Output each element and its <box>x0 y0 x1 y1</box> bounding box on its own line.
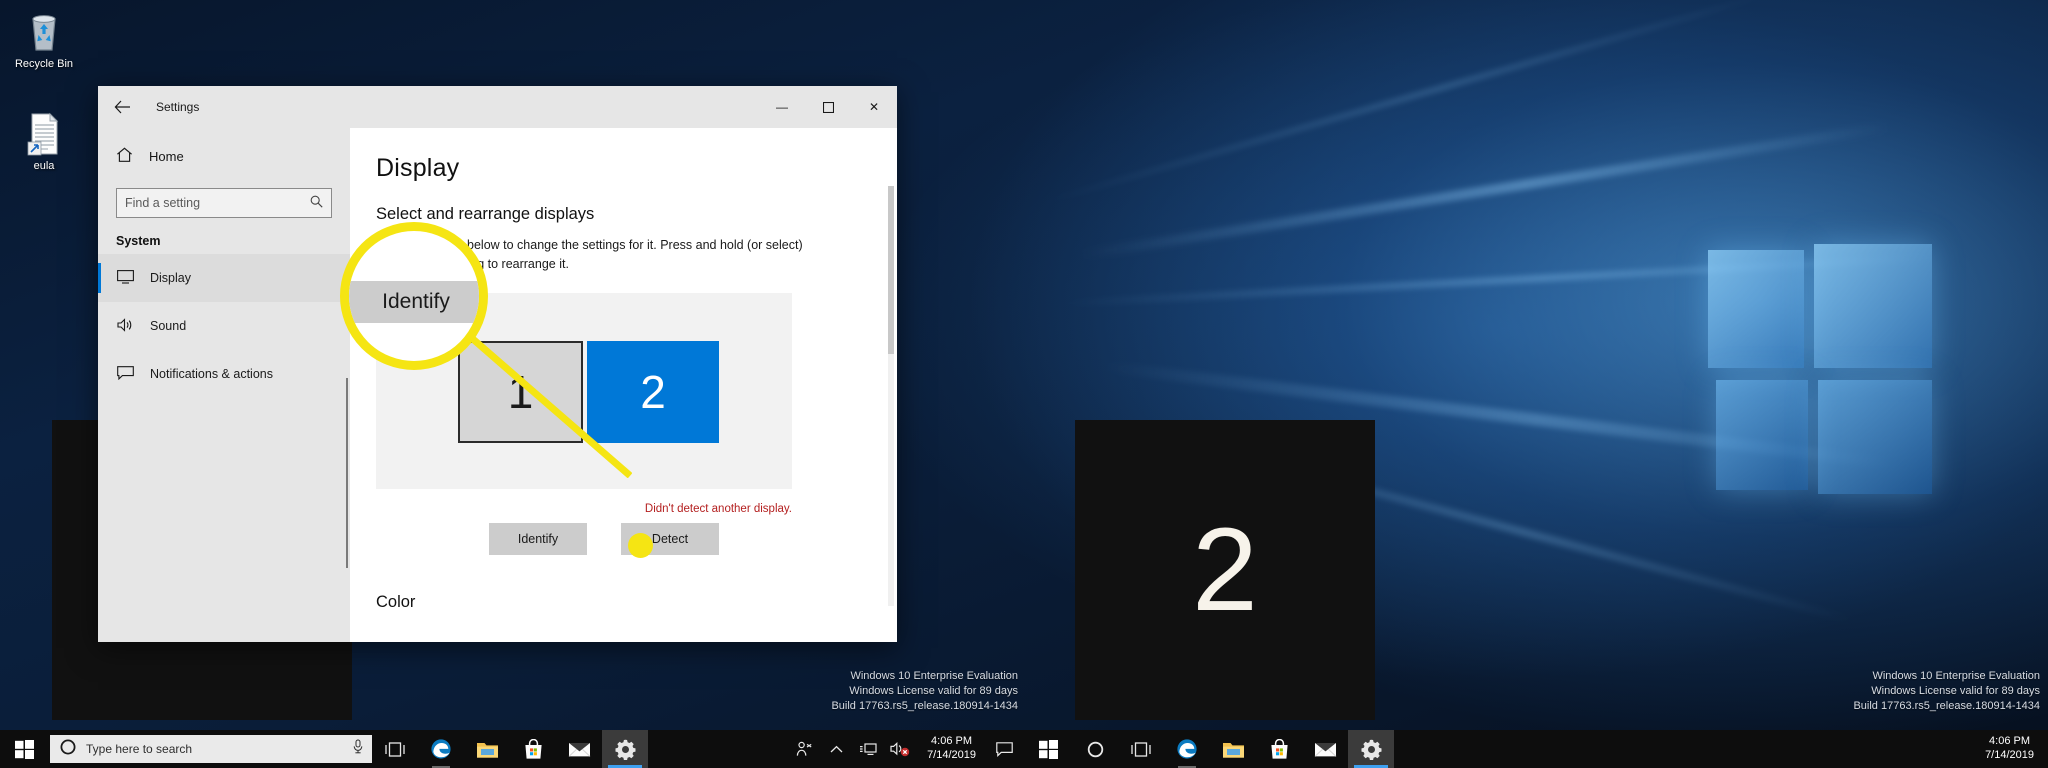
sidebar-item-label: Display <box>150 271 191 285</box>
sidebar-item-sound[interactable]: Sound <box>98 302 350 350</box>
taskbar-primary[interactable]: Type here to search 4:06 PM 7/14/2019 <box>0 730 1024 768</box>
detect-error-message: Didn't detect another display. <box>644 502 792 515</box>
wallpaper-window-pane <box>1818 380 1932 494</box>
wallpaper-window-pane <box>1814 244 1932 368</box>
system-tray-secondary: 4:06 PM 7/14/2019 <box>1975 730 2048 768</box>
taskbar-clock[interactable]: 4:06 PM 7/14/2019 <box>917 730 986 768</box>
detect-button[interactable]: Detect <box>621 522 719 555</box>
clock-time: 4:06 PM <box>1989 735 2031 748</box>
search-input[interactable] <box>125 196 310 210</box>
text-document-icon <box>4 112 84 156</box>
taskbar-search-box[interactable]: Type here to search <box>50 735 372 763</box>
settings-sidebar: Home System Display <box>98 128 350 642</box>
taskbar-app-microsoft-store[interactable] <box>510 730 556 768</box>
watermark-line-2: Windows License valid for 89 days <box>1871 685 2040 698</box>
taskbar-search-placeholder: Type here to search <box>86 742 193 756</box>
taskbar-app-mail[interactable] <box>556 730 602 768</box>
display-tile-1[interactable]: 1 <box>458 340 583 443</box>
identify-button[interactable]: Identify <box>489 522 587 555</box>
search-setting-box[interactable] <box>116 188 332 218</box>
section-description: Select a display below to change the set… <box>376 238 803 272</box>
sidebar-scrollbar[interactable] <box>346 378 348 568</box>
watermark-line-1: Windows 10 Enterprise Evaluation <box>1872 670 2040 683</box>
minimize-button[interactable]: — <box>759 86 805 128</box>
chevron-up-icon[interactable] <box>821 730 851 768</box>
home-icon <box>116 147 133 166</box>
wallpaper-window-pane <box>1716 380 1808 490</box>
start-button-secondary[interactable] <box>1024 730 1072 768</box>
settings-titlebar[interactable]: Settings — ✕ <box>98 86 897 128</box>
identify-overlay-number: 2 <box>1192 504 1258 636</box>
taskbar-app-microsoft-store-secondary[interactable] <box>1256 730 1302 768</box>
content-scrollbar[interactable] <box>888 186 894 606</box>
sidebar-item-label: Notifications & actions <box>150 367 273 381</box>
microphone-icon[interactable] <box>352 739 364 759</box>
watermark-line-1: Windows 10 Enterprise Evaluation <box>850 670 1018 683</box>
maximize-button[interactable] <box>805 86 851 128</box>
taskbar-app-settings-secondary[interactable] <box>1348 730 1394 768</box>
people-icon[interactable] <box>789 730 819 768</box>
network-icon[interactable] <box>853 730 883 768</box>
cortana-circle-icon <box>60 739 76 760</box>
display-tile-number: 1 <box>507 365 534 418</box>
desktop-icon-label: eula <box>33 160 55 172</box>
identify-overlay-2: 2 <box>1075 420 1375 720</box>
settings-content: Display Select and rearrange displays Se… <box>350 128 897 642</box>
cortana-circle-icon-secondary[interactable] <box>1072 730 1118 768</box>
clock-date: 7/14/2019 <box>927 749 976 761</box>
taskbar-app-edge[interactable] <box>418 730 464 768</box>
sidebar-section-label: System <box>116 234 161 248</box>
desktop-icon-eula[interactable]: eula <box>4 112 84 173</box>
speaker-muted-icon[interactable] <box>885 730 915 768</box>
close-button[interactable]: ✕ <box>851 86 897 128</box>
taskbar-app-settings[interactable] <box>602 730 648 768</box>
monitor-icon <box>116 269 134 287</box>
notification-icon <box>116 365 134 383</box>
recycle-bin-icon <box>4 10 84 54</box>
display-action-buttons: Identify Detect <box>376 522 897 555</box>
back-arrow-icon[interactable] <box>98 86 146 128</box>
taskbar-app-mail-secondary[interactable] <box>1302 730 1348 768</box>
desktop[interactable]: Recycle Bin eula 1 2 <box>0 0 2048 768</box>
system-tray: 4:06 PM 7/14/2019 <box>789 730 1024 768</box>
section-title: Select and rearrange displays <box>376 205 595 223</box>
watermark-line-2: Windows License valid for 89 days <box>849 685 1018 698</box>
window-controls: — ✕ <box>759 86 897 128</box>
start-button[interactable] <box>0 730 48 768</box>
sidebar-item-label: Sound <box>150 319 187 333</box>
windows-watermark-monitor1: Windows 10 Enterprise Evaluation Windows… <box>831 669 1018 714</box>
task-view-icon-secondary[interactable] <box>1118 730 1164 768</box>
desktop-icon-recycle-bin[interactable]: Recycle Bin <box>4 10 84 71</box>
desktop-icon-label: Recycle Bin <box>14 58 74 70</box>
taskbar-clock-secondary[interactable]: 4:06 PM 7/14/2019 <box>1975 730 2044 768</box>
clock-date: 7/14/2019 <box>1985 749 2034 761</box>
content-scrollbar-thumb[interactable] <box>888 186 894 354</box>
watermark-line-3: Build 17763.rs5_release.180914-1434 <box>1853 700 2040 713</box>
settings-window[interactable]: Settings — ✕ Home Find a setting System … <box>98 86 897 642</box>
task-view-icon[interactable] <box>372 730 418 768</box>
sidebar-item-notifications[interactable]: Notifications & actions <box>98 350 350 398</box>
search-icon <box>310 195 323 211</box>
taskbar-app-file-explorer[interactable] <box>464 730 510 768</box>
watermark-line-3: Build 17763.rs5_release.180914-1434 <box>831 700 1018 713</box>
windows-watermark-monitor2: Windows 10 Enterprise Evaluation Windows… <box>1853 669 2040 714</box>
wallpaper-window-pane <box>1708 250 1804 368</box>
sidebar-home-label: Home <box>149 148 184 164</box>
display-tile-2[interactable]: 2 <box>587 340 719 443</box>
page-title: Display <box>376 154 460 182</box>
taskbar-app-edge-secondary[interactable] <box>1164 730 1210 768</box>
taskbar-app-file-explorer-secondary[interactable] <box>1210 730 1256 768</box>
clock-time: 4:06 PM <box>931 735 973 748</box>
window-title: Settings <box>156 100 200 114</box>
color-section-title: Color <box>376 592 416 611</box>
display-tile-number: 2 <box>640 365 666 418</box>
taskbar-secondary[interactable]: 4:06 PM 7/14/2019 <box>1024 730 2048 768</box>
action-center-icon[interactable] <box>988 730 1020 768</box>
sidebar-item-home[interactable]: Home <box>98 136 350 176</box>
display-arrangement-canvas[interactable]: 1 2 <box>376 292 792 489</box>
speaker-icon <box>116 317 134 335</box>
sidebar-item-display[interactable]: Display <box>98 254 350 302</box>
